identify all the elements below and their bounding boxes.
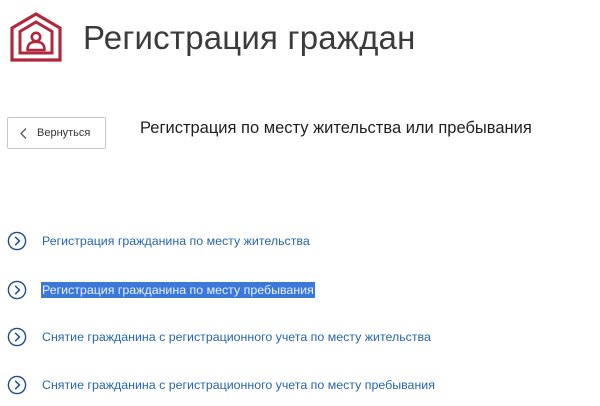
back-button-label: Вернуться	[37, 127, 91, 139]
chevron-left-icon	[20, 127, 27, 139]
service-link-label: Снятие гражданина с регистрационного уче…	[42, 330, 431, 344]
service-link-stay-deregistration[interactable]: Снятие гражданина с регистрационного уче…	[7, 374, 435, 396]
service-link-label: Регистрация гражданина по месту жительст…	[42, 234, 310, 248]
back-button[interactable]: Вернуться	[7, 117, 106, 149]
service-link-residence-deregistration[interactable]: Снятие гражданина с регистрационного уче…	[7, 326, 431, 348]
house-person-icon	[10, 12, 62, 62]
service-link-label: Снятие гражданина с регистрационного уче…	[42, 378, 435, 392]
chevron-right-circle-icon	[7, 280, 27, 300]
page-title: Регистрация граждан	[83, 19, 416, 56]
chevron-right-circle-icon	[7, 327, 27, 347]
section-title: Регистрация по месту жительства или преб…	[140, 119, 532, 137]
chevron-right-circle-icon	[7, 231, 27, 251]
service-link-residence-registration[interactable]: Регистрация гражданина по месту жительст…	[7, 230, 310, 252]
service-link-stay-registration[interactable]: Регистрация гражданина по месту пребыван…	[7, 279, 315, 301]
chevron-right-circle-icon	[7, 375, 27, 395]
service-link-label: Регистрация гражданина по месту пребыван…	[41, 282, 315, 298]
page: Регистрация граждан Вернуться Регистраци…	[0, 0, 600, 406]
